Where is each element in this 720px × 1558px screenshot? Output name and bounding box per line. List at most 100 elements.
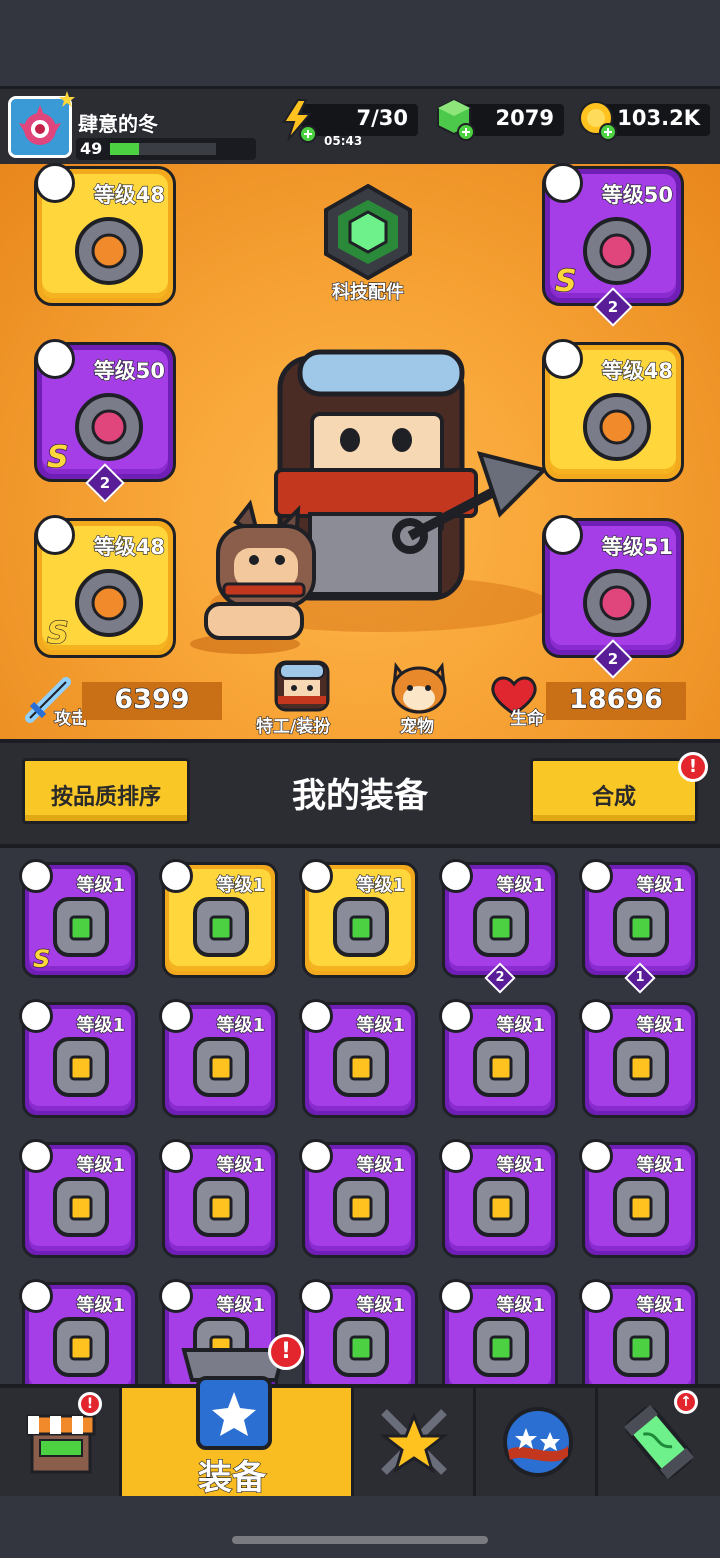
slot-type-icon [19,859,53,893]
armor-icon [583,217,651,285]
armor-icon [333,1037,389,1097]
inventory-item[interactable]: 等级1 2 [439,859,558,994]
inventory-item[interactable]: 等级1 [579,999,698,1118]
item-level: 等级1 [356,1014,406,1036]
kunai-icon [75,217,143,285]
s-rank-badge: S [46,439,69,475]
inventory-item[interactable]: 等级1 [19,1279,138,1384]
inventory-item[interactable]: 等级1 [439,1279,558,1384]
armor-icon [53,1037,109,1097]
equip-level: 等级48 [601,358,673,383]
s-rank-badge: S [32,944,51,973]
slot-type-icon [579,859,613,893]
sort-by-quality-button[interactable]: 按品质排序 [22,758,190,824]
equip-level: 等级50 [601,182,673,207]
inventory-item[interactable]: 等级1 [159,1139,278,1258]
item-level: 等级1 [76,1154,126,1176]
inventory-item[interactable]: 等级1 [299,1139,418,1258]
inventory-item[interactable]: 等级1 [299,999,418,1118]
star-swords-icon [379,1409,449,1475]
shiba-pet-icon[interactable] [388,660,450,714]
armor-icon [333,1177,389,1237]
glove-icon [613,897,669,957]
item-level: 等级1 [356,874,406,896]
inventory-title: 我的装备 [292,776,428,816]
energy-timer: 05:43 [323,133,363,148]
item-level: 等级1 [496,1154,546,1176]
s-rank-badge: S [46,615,69,651]
necklace-icon [35,339,75,379]
belt-icon [333,897,389,957]
inventory-item[interactable]: 等级1 1 [579,859,698,994]
inventory-item[interactable]: 等级1 [299,1279,418,1384]
item-level: 等级1 [76,1014,126,1036]
gem-icon[interactable] [436,98,476,142]
gem-value: 2079 [495,105,555,130]
inventory-item[interactable]: 等级1 [299,859,418,978]
equip-level: 等级48 [93,182,165,207]
slot-type-icon [159,999,193,1033]
star-icon [59,91,75,107]
equip-slot-glove[interactable]: 等级48 S [34,515,176,658]
equip-slot-boots[interactable]: 等级51 2 [542,515,684,679]
item-level: 等级1 [636,874,686,896]
inventory-item[interactable]: 等级1 [159,999,278,1118]
coin-icon[interactable] [578,98,618,142]
inventory-item[interactable]: 等级1 S [19,859,138,978]
agent-skin-button[interactable]: 特工/装扮 [255,712,330,737]
merge-button[interactable]: 合成 [530,758,698,824]
slot-type-icon [439,1139,473,1173]
equip-slot-weapon[interactable]: 等级48 [34,163,176,306]
weapon-icon [35,163,75,203]
nav-tab-talent[interactable] [354,1388,476,1496]
orb-icon [503,1407,573,1477]
tech-parts-icon[interactable] [318,182,418,282]
attack-value: 6399 [82,682,222,720]
inventory-item[interactable]: 等级1 [439,1139,558,1258]
pet-button[interactable]: 宠物 [399,712,434,737]
belt-icon [543,339,583,379]
inventory-item[interactable]: 等级1 [19,999,138,1118]
fang-necklace-icon [473,1317,529,1377]
armor-icon [193,1177,249,1237]
armor-icon [53,1177,109,1237]
equip-slot-necklace[interactable]: 等级50 S 2 [34,339,176,503]
gem-necklace-icon [613,1317,669,1377]
armor-icon [473,1037,529,1097]
inventory-item[interactable]: 等级1 [159,859,278,978]
armor-icon [53,1317,109,1377]
coin-value: 103.2K [617,105,701,130]
item-level: 等级1 [356,1154,406,1176]
inventory-item[interactable]: 等级1 [439,999,558,1118]
slot-type-icon [159,1139,193,1173]
agent-icon[interactable] [270,660,334,712]
nav-tab-orb[interactable] [476,1388,598,1496]
boots-icon [583,569,651,637]
item-level: 等级1 [216,1014,266,1036]
energy-value: 7/30 [356,105,409,130]
equip-slot-armor[interactable]: 等级50 S 2 [542,163,684,327]
energy-counter[interactable]: 7/30 [302,104,418,136]
inventory-grid: 等级1 S 等级1 等级1 等级1 2 等级1 1 等级1 等级1 等级1 等级1 等级1 等级1 等级1 等… [0,844,720,1384]
armor-icon [543,163,583,203]
glove-icon [75,569,143,637]
nav-tab-shop[interactable]: ! [0,1388,122,1496]
slot-type-icon [439,859,473,893]
equip-slot-belt[interactable]: 等级48 [542,339,684,482]
player-name: 肆意的冬 [77,111,158,136]
dog-pet-illustration [204,499,316,640]
inventory-item[interactable]: 等级1 [579,1279,698,1384]
hp-value: 18696 [546,682,686,720]
armor-icon [473,1177,529,1237]
belt-icon [53,897,109,957]
equip-level: 等级48 [93,534,165,559]
slot-type-icon [579,1139,613,1173]
inventory-item[interactable]: 等级1 [579,1139,698,1258]
nav-tab-gene[interactable]: ↑ [598,1388,720,1496]
inventory-item[interactable]: 等级1 [19,1139,138,1258]
lightning-icon[interactable] [278,98,318,144]
item-level: 等级1 [216,1154,266,1176]
hp-label: 生命 [509,708,544,729]
bottom-nav: ! 装备 ↑ [0,1384,720,1499]
tech-parts-label: 科技配件 [331,281,404,303]
